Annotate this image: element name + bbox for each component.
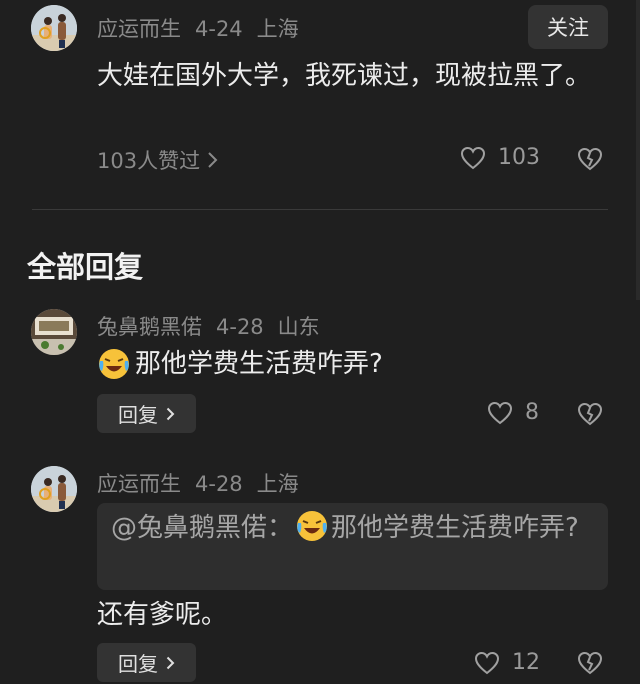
dislike-icon[interactable]: [577, 147, 603, 171]
comment-date: 4-28: [216, 315, 264, 339]
follow-button[interactable]: 关注: [528, 5, 608, 49]
reply-label: 回复: [118, 652, 158, 676]
like-button[interactable]: 103: [460, 145, 540, 170]
reply-text: 那他学费生活费咋弄?: [97, 345, 383, 383]
chevron-right-icon: [166, 656, 175, 669]
scrollbar[interactable]: [636, 0, 640, 300]
dislike-icon[interactable]: [577, 651, 603, 675]
comment-meta: 应运而生 4-24 上海: [97, 13, 299, 43]
comment-thread-page: 应运而生 4-24 上海 关注 大娃在国外大学，我死谏过，现被拉黑了。 103人赞过…: [0, 0, 640, 684]
quoted-comment[interactable]: @兔鼻鹅黑偌： 那他学费生活费咋弄?: [97, 503, 608, 590]
avatar[interactable]: [31, 5, 77, 51]
liked-by-link[interactable]: 103人赞过: [97, 145, 220, 175]
liked-by-label: 103人赞过: [97, 149, 201, 173]
username[interactable]: 兔鼻鹅黑偌: [97, 315, 202, 339]
comment-meta: 兔鼻鹅黑偌 4-28 山东: [97, 311, 320, 341]
chevron-right-icon: [166, 407, 175, 420]
avatar[interactable]: [31, 309, 77, 355]
comment-text: 大娃在国外大学，我死谏过，现被拉黑了。: [97, 61, 592, 91]
comment-date: 4-28: [195, 472, 243, 496]
heart-icon: [460, 146, 486, 169]
divider: [32, 209, 608, 210]
like-count: 8: [525, 400, 539, 425]
chevron-right-icon: [208, 152, 218, 168]
quote-text: 那他学费生活费咋弄?: [331, 513, 579, 543]
avatar[interactable]: [31, 466, 77, 512]
reply-button[interactable]: 回复: [97, 394, 196, 433]
laughing-crying-emoji-icon: [99, 349, 129, 379]
quote-mention: @兔鼻鹅黑偌：: [111, 513, 294, 543]
comment-meta: 应运而生 4-28 上海: [97, 468, 299, 498]
like-button[interactable]: 12: [474, 650, 540, 675]
heart-icon: [474, 651, 500, 674]
reply-text-content: 还有爹呢。: [97, 600, 228, 630]
comment-date: 4-24: [195, 17, 243, 41]
laughing-crying-emoji-icon: [297, 510, 328, 541]
dislike-icon[interactable]: [577, 402, 603, 426]
comment-location: 上海: [256, 472, 299, 496]
like-count: 103: [498, 145, 540, 170]
like-button[interactable]: 8: [487, 400, 539, 425]
username[interactable]: 应运而生: [97, 17, 181, 41]
section-title: 全部回复: [27, 250, 144, 284]
like-count: 12: [512, 650, 540, 675]
heart-icon: [487, 401, 513, 424]
reply-button[interactable]: 回复: [97, 643, 196, 682]
reply-text: 还有爹呢。: [97, 596, 227, 634]
username[interactable]: 应运而生: [97, 472, 181, 496]
comment-location: 山东: [277, 315, 320, 339]
reply-text-content: 那他学费生活费咋弄?: [135, 349, 383, 379]
reply-label: 回复: [118, 403, 158, 427]
comment-location: 上海: [256, 17, 299, 41]
